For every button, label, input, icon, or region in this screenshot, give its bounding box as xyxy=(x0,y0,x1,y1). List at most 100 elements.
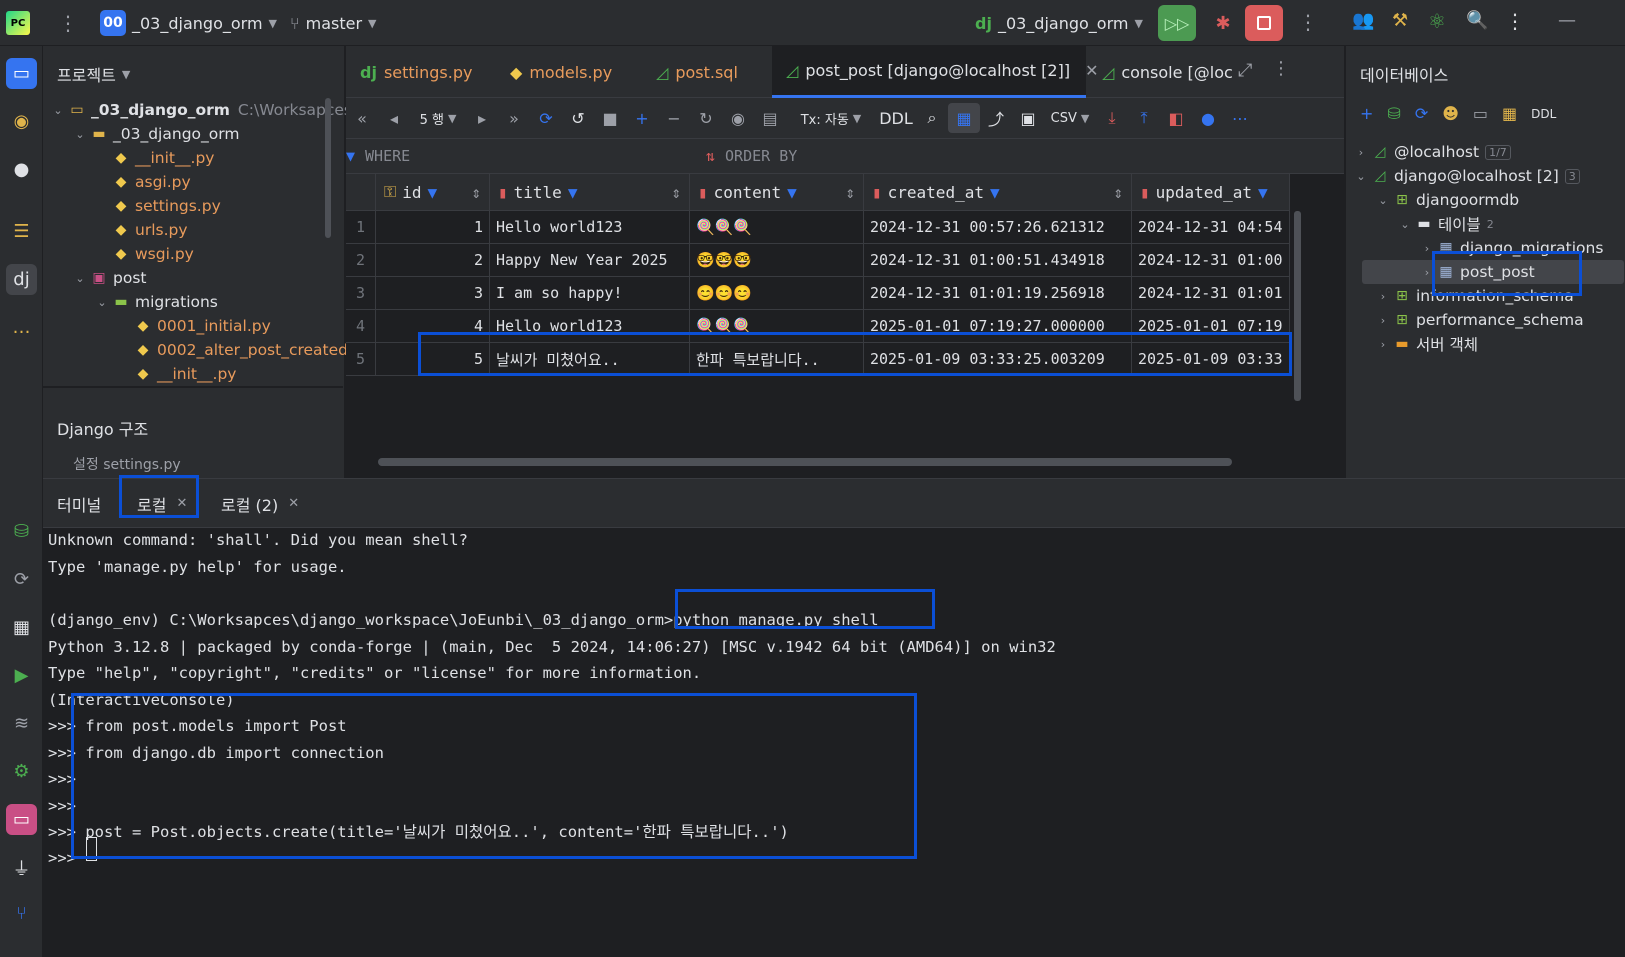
settings-icon[interactable]: ⋮ xyxy=(1505,9,1525,33)
db-tree-table-post-post[interactable]: › ▦ post_post xyxy=(1418,260,1535,284)
cell-created-at[interactable]: 2025-01-01 07:19:27.000000 xyxy=(864,310,1132,343)
last-page-icon[interactable]: » xyxy=(498,103,530,133)
sort-icon[interactable]: ⇕ xyxy=(671,183,681,202)
add-icon[interactable]: + xyxy=(1360,104,1373,123)
next-page-icon[interactable]: ▸ xyxy=(466,103,498,133)
cell-title[interactable]: Hello world123 xyxy=(490,211,690,244)
view-icon[interactable]: ◉ xyxy=(722,103,754,133)
cell-id[interactable]: 1 xyxy=(376,211,490,244)
close-icon[interactable]: ✕ xyxy=(288,496,299,511)
cell-content[interactable]: 🍭🍭🍭 xyxy=(690,310,864,343)
tools-icon[interactable]: ⚒ xyxy=(1392,10,1408,31)
collab-icon[interactable]: 👥 xyxy=(1352,10,1374,31)
cell-title[interactable]: Hello world123 xyxy=(490,310,690,343)
expand-icon[interactable]: ⤢ xyxy=(1238,60,1252,81)
import-icon[interactable]: ⤒ xyxy=(1128,103,1160,133)
tree-item[interactable]: ◆ 0002_alter_post_created xyxy=(115,338,348,362)
delete-row-icon[interactable]: − xyxy=(658,103,690,133)
revert-icon[interactable]: ↻ xyxy=(690,103,722,133)
debug-icon[interactable]: ✱ xyxy=(1208,8,1238,38)
python-console-icon[interactable]: ⟳ xyxy=(6,564,37,595)
tab-local[interactable]: 로컬 ✕ xyxy=(137,479,187,528)
cell-title[interactable]: Happy New Year 2025 xyxy=(490,244,690,277)
project-view-icon[interactable]: ▭ xyxy=(6,58,37,89)
github-icon[interactable]: ● xyxy=(6,154,37,185)
cell-updated-at[interactable]: 2024-12-31 01:01 xyxy=(1132,277,1290,310)
cell-id[interactable]: 5 xyxy=(376,343,490,376)
tree-item[interactable]: ◆ urls.py xyxy=(93,218,188,242)
tree-item[interactable]: ◆ __init__.py xyxy=(115,362,237,386)
run-config-selector[interactable]: dj _03_django_orm ▼ xyxy=(975,0,1143,46)
cell-created-at[interactable]: 2025-01-09 03:33:25.003209 xyxy=(864,343,1132,376)
tree-item[interactable]: ⌄ ▬ _03_django_orm xyxy=(71,122,239,146)
record-view-icon[interactable]: ▣ xyxy=(1012,103,1044,133)
ai-assistant-icon[interactable]: ⚛ xyxy=(1428,9,1446,33)
run-button[interactable]: ▷▷ xyxy=(1158,5,1196,41)
row-number[interactable]: 4 xyxy=(346,310,376,343)
app-logo-icon[interactable]: PC xyxy=(6,0,30,46)
row-number[interactable]: 1 xyxy=(346,211,376,244)
ddl-button[interactable]: DDL xyxy=(1531,107,1556,121)
tree-item[interactable]: ⌄ ▬ migrations xyxy=(93,290,218,314)
grid-view-icon[interactable]: ▦ xyxy=(948,103,980,133)
column-header-title[interactable]: ▮ title ▼ ⇕ xyxy=(490,174,690,211)
db-tree-information-schema[interactable]: › ⊞ information_schema xyxy=(1374,284,1574,308)
project-panel-header[interactable]: 프로젝트 ▼ xyxy=(57,62,130,86)
tab-post-sql[interactable]: ◿ post.sql xyxy=(642,46,770,98)
where-filter[interactable]: ▼ WHERE xyxy=(346,139,704,173)
grid-horizontal-scrollbar[interactable] xyxy=(378,458,1232,466)
database-icon[interactable]: ⛁ xyxy=(6,516,37,547)
table-edit-icon[interactable]: ▦ xyxy=(1502,104,1517,123)
more-icon[interactable]: ⋯ xyxy=(1224,103,1256,133)
sort-icon[interactable]: ⇕ xyxy=(845,183,855,202)
structure-icon[interactable]: ☰ xyxy=(6,216,37,247)
export-icon[interactable]: ⤓ xyxy=(1096,103,1128,133)
db-tree-performance-schema[interactable]: › ⊞ performance_schema xyxy=(1374,308,1584,332)
column-header-id[interactable]: ⚿ id ▼ ⇕ xyxy=(376,174,490,211)
tree-item[interactable]: ◆ __init__.py xyxy=(93,146,215,170)
column-header-content[interactable]: ▮ content ▼ ⇕ xyxy=(690,174,864,211)
db-tree-tables[interactable]: ⌄ ▬ 테이블 2 xyxy=(1396,212,1493,236)
query-console-icon[interactable]: ▭ xyxy=(1473,104,1488,123)
git-icon[interactable]: ⑂ xyxy=(6,898,37,929)
search-icon[interactable]: ⌕ xyxy=(916,103,948,133)
sort-icon[interactable]: ⇕ xyxy=(471,183,481,202)
cell-updated-at[interactable]: 2024-12-31 01:00 xyxy=(1132,244,1290,277)
console-icon[interactable]: ☻ xyxy=(1442,104,1459,123)
column-header-updated-at[interactable]: ▮ updated_at ▼ xyxy=(1132,174,1290,211)
stop-icon[interactable]: ■ xyxy=(594,103,626,133)
tree-item[interactable]: ◆ wsgi.py xyxy=(93,242,194,266)
column-header-created-at[interactable]: ▮ created_at ▼ ⇕ xyxy=(864,174,1132,211)
sort-icon[interactable]: ⇕ xyxy=(1113,183,1123,202)
grid-vertical-scrollbar[interactable] xyxy=(1294,211,1301,401)
cell-content[interactable]: 🍭🍭🍭 xyxy=(690,211,864,244)
run-tool-icon[interactable]: ▶ xyxy=(6,660,37,691)
cell-created-at[interactable]: 2024-12-31 01:01:19.256918 xyxy=(864,277,1132,310)
cell-created-at[interactable]: 2024-12-31 00:57:26.621312 xyxy=(864,211,1132,244)
row-number[interactable]: 3 xyxy=(346,277,376,310)
minimize-icon[interactable]: — xyxy=(1558,10,1576,31)
cell-updated-at[interactable]: 2024-12-31 04:54 xyxy=(1132,211,1290,244)
cell-updated-at[interactable]: 2025-01-01 07:19 xyxy=(1132,310,1290,343)
rows-selector[interactable]: 5 행 ▼ xyxy=(410,103,466,133)
tab-settings[interactable]: dj settings.py xyxy=(346,46,482,98)
tree-item[interactable]: ⌄ ▣ post xyxy=(71,266,146,290)
cell-id[interactable]: 4 xyxy=(376,310,490,343)
search-icon[interactable]: 🔍 xyxy=(1466,10,1488,31)
prev-page-icon[interactable]: ◂ xyxy=(378,103,410,133)
close-icon[interactable]: ✕ xyxy=(176,496,187,511)
submit-icon[interactable]: ▤ xyxy=(754,103,786,133)
cell-title[interactable]: I am so happy! xyxy=(490,277,690,310)
stop-button[interactable] xyxy=(1245,5,1283,41)
row-number[interactable]: 5 xyxy=(346,343,376,376)
db-tree-server-objects[interactable]: › ▬ 서버 객체 xyxy=(1374,332,1478,356)
main-menu-icon[interactable]: ⋮ xyxy=(58,0,78,46)
refresh-icon[interactable]: ⟳ xyxy=(530,103,562,133)
first-page-icon[interactable]: « xyxy=(346,103,378,133)
cell-updated-at[interactable]: 2025-01-09 03:33 xyxy=(1132,343,1290,376)
history-icon[interactable]: ↺ xyxy=(562,103,594,133)
cell-id[interactable]: 2 xyxy=(376,244,490,277)
cell-created-at[interactable]: 2024-12-31 01:00:51.434918 xyxy=(864,244,1132,277)
tab-models[interactable]: ◆ models.py xyxy=(496,46,632,98)
terminal-icon[interactable]: ▭ xyxy=(6,804,37,835)
